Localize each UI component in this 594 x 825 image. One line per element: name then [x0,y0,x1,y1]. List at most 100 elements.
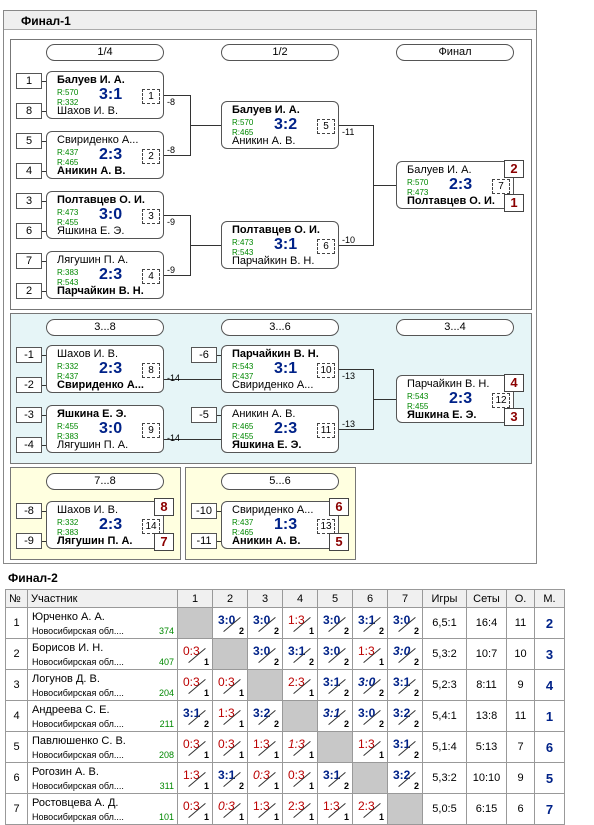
match-points: 2 [273,719,279,729]
match-points: 2 [308,657,314,667]
loser-link: -10 [342,235,356,245]
match-number: 7 [492,179,510,194]
match-card[interactable]: Яшкина Е. Э. Лягушин П. А. R:455 R:383 3:0 9 [46,405,164,453]
match-score: 2:3 [99,146,123,163]
match-points: 2 [413,657,419,667]
table-row: 1 Юрченко А. А. Новосибирская обл.... 374 3… [5,607,565,639]
column-header: М. [534,589,565,608]
place: 3 [534,638,565,670]
column-header: 2 [212,589,248,608]
self-cell [177,607,213,639]
match-card[interactable]: Полтавцев О. И. Яшкина Е. Э. R:473 R:455 3:0… [46,191,164,239]
match-number: 12 [492,393,510,408]
participant-name: Рогозин А. В. [32,766,99,778]
round-header-semi: 1/2 [221,44,339,61]
result-cell: 0:3 1 [177,669,213,701]
seed-loser-1: -1 [16,347,42,363]
self-cell [317,731,353,763]
match-card[interactable]: Парчайкин В. Н. Свириденко А... R:543 R:437… [221,345,339,393]
player-bottom-rating: R:543 [232,248,254,257]
participant-region: Новосибирская обл.... [32,781,124,791]
seed-8: 8 [16,103,42,119]
match-card[interactable]: Шахов И. В. Лягушин П. А. R:332 R:383 2:3 14 [46,501,164,549]
result-cell: 0:3 1 [177,731,213,763]
points: 9 [506,762,535,794]
result-cell: 1:3 1 [212,700,248,732]
match-number: 11 [317,423,335,438]
set-score: 3:0 [393,613,411,627]
set-score: 3:1 [288,644,306,658]
match-card[interactable]: Шахов И. В. Свириденко А... R:332 R:437 2:3 8 [46,345,164,393]
column-header: Сеты [466,589,507,608]
match-number: 5 [317,119,335,134]
round-robin-table: № Участник 1 2 3 4 5 6 7 Игры Сеты О. М. 1 Юрченко А… [5,589,565,825]
match-card[interactable]: Аникин А. В. Яшкина Е. Э. R:465 R:455 2:3 11 [221,405,339,453]
final1-frame: Финал-1 1/4 1/2 Финал 1 8 5 4 3 6 7 2 Ба… [3,10,537,564]
points: 9 [506,669,535,701]
player-top-name: Шахов И. В. [57,348,119,360]
participant-cell[interactable]: Андреева С. Е. Новосибирская обл.... 211 [27,700,178,732]
match-card[interactable]: Свириденко А... Аникин А. В. R:437 R:465 2:3… [46,131,164,179]
player-top-rating: R:543 [232,362,254,371]
result-cell: 2:3 1 [352,793,388,825]
seed-loser-10: -10 [191,503,217,519]
participant-cell[interactable]: Ростовцева А. Д. Новосибирская обл.... 101 [27,793,178,825]
loser-link: -13 [342,371,356,381]
match-points: 2 [273,626,279,636]
match-points: 2 [343,719,349,729]
match-card[interactable]: Лягушин П. А. Парчайкин В. Н. R:383 R:543 2:… [46,251,164,299]
match-card[interactable]: Балуев И. А. Аникин А. В. R:570 R:465 3:2 5 [221,101,339,149]
final1-title: Финал-1 [4,11,536,30]
table-row: 5 Павлюшенко С. В. Новосибирская обл.... 2… [5,731,565,763]
round-header-quarter: 1/4 [46,44,164,61]
player-top-name: Парчайкин В. Н. [232,348,319,360]
column-header: № [5,589,28,608]
games-played: 5,2:3 [422,669,467,701]
row-number: 2 [5,638,28,670]
result-cell: 2:3 1 [282,669,318,701]
column-header: 7 [387,589,423,608]
participant-cell[interactable]: Логунов Д. В. Новосибирская обл.... 204 [27,669,178,701]
place-badge: 5 [329,533,349,551]
participant-rating: 374 [158,626,174,636]
round-header-3-4: 3...4 [396,319,514,336]
match-points: 1 [238,719,244,729]
participant-cell[interactable]: Павлюшенко С. В. Новосибирская обл.... 208 [27,731,178,763]
result-cell: 0:3 1 [177,638,213,670]
match-score: 3:1 [99,86,123,103]
player-bottom-rating: R:455 [57,218,79,227]
final2-title: Финал-2 [8,571,58,585]
match-card[interactable]: Полтавцев О. И. Парчайкин В. Н. R:473 R:543… [221,221,339,269]
player-bottom-rating: R:332 [57,98,79,107]
result-cell: 3:0 2 [317,638,353,670]
match-card[interactable]: Балуев И. А. Полтавцев О. И. R:570 R:473 2:3… [396,161,514,209]
points: 7 [506,731,535,763]
column-header: 4 [282,589,318,608]
participant-cell[interactable]: Юрченко А. А. Новосибирская обл.... 374 [27,607,178,639]
place-badge: 8 [154,498,174,516]
participant-region: Новосибирская обл.... [32,719,124,729]
round-header-7-8: 7...8 [46,473,164,490]
player-top-rating: R:465 [232,422,254,431]
match-card[interactable]: Балуев И. А. Шахов И. В. R:570 R:332 3:1 1 [46,71,164,119]
seed-7: 7 [16,253,42,269]
match-card[interactable]: Свириденко А... Аникин А. В. R:437 R:465 1:3… [221,501,339,549]
participant-name: Ростовцева А. Д. [32,797,119,809]
place: 1 [534,700,565,732]
column-header: Игры [422,589,467,608]
match-points: 2 [238,781,244,791]
participant-rating: 204 [158,688,174,698]
participant-name: Юрченко А. А. [32,611,105,623]
match-score: 2:3 [99,266,123,283]
match-number: 1 [142,89,160,104]
match-card[interactable]: Парчайкин В. Н. Яшкина Е. Э. R:543 R:455 2:3… [396,375,514,423]
match-points: 2 [378,688,384,698]
row-number: 5 [5,731,28,763]
result-cell: 3:0 2 [352,669,388,701]
result-cell: 3:1 2 [387,669,423,701]
round-header-3-8: 3...8 [46,319,164,336]
player-bottom-rating: R:465 [232,528,254,537]
participant-cell[interactable]: Борисов И. Н. Новосибирская обл.... 407 [27,638,178,670]
place: 4 [534,669,565,701]
participant-cell[interactable]: Рогозин А. В. Новосибирская обл.... 311 [27,762,178,794]
